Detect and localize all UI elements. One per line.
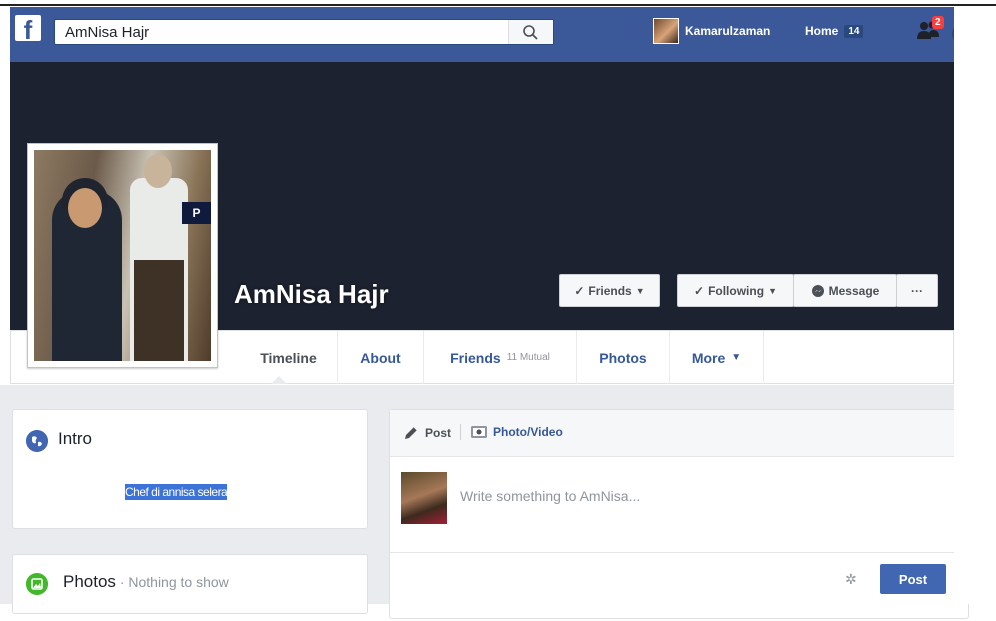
profile-picture[interactable]: P [27, 143, 218, 368]
photo-armband: P [182, 202, 211, 224]
nav-home-link[interactable]: Home 14 [805, 17, 864, 45]
tab-photos-label: Photos [599, 349, 647, 366]
tab-timeline-label: Timeline [260, 349, 317, 366]
intro-title: Intro [58, 429, 93, 448]
pencil-icon [405, 426, 418, 439]
messenger-bubble-icon [811, 284, 824, 297]
composer-footer: ✲ Post [390, 552, 968, 621]
profile-name[interactable]: AmNisa Hajr [234, 279, 389, 310]
composer-tab-photo-video[interactable]: Photo/Video [470, 424, 563, 440]
mutual-friends-count: 11 Mutual [506, 352, 550, 363]
post-composer: Post Photo/Video Write something to AmNi… [389, 409, 969, 619]
tab-timeline[interactable]: Timeline [240, 331, 338, 384]
page-right-margin [954, 6, 996, 604]
photos-title-text[interactable]: Photos [63, 572, 116, 591]
composer-tab-photo-label: Photo/Video [493, 425, 563, 439]
window-top-border [0, 4, 996, 6]
friend-requests-button[interactable]: 2 [916, 16, 944, 45]
checkmark-icon: ✓ [694, 283, 705, 298]
profile-photo-image: P [34, 150, 211, 361]
intro-bio[interactable]: Chef di annisa selera [125, 484, 228, 500]
composer-user-avatar [401, 472, 447, 524]
composer-text-input[interactable]: Write something to AmNisa... [460, 488, 640, 504]
friend-requests-badge: 2 [932, 16, 944, 29]
gear-icon[interactable]: ✲ [845, 571, 857, 588]
facebook-logo-icon[interactable]: f [15, 15, 41, 41]
following-button[interactable]: ✓ Following ▼ [677, 274, 794, 307]
photos-icon [26, 573, 48, 595]
home-count-badge: 14 [844, 24, 864, 38]
photos-title: Photos · Nothing to show [63, 572, 229, 592]
following-button-label: Following [708, 283, 765, 298]
search-icon [523, 25, 538, 40]
photos-subtitle: · Nothing to show [115, 574, 229, 590]
friends-button[interactable]: ✓ Friends ▼ [559, 274, 660, 307]
message-button[interactable]: Message [793, 274, 897, 307]
tab-more-label: More [691, 349, 726, 366]
tab-more[interactable]: More ▼ [670, 331, 764, 384]
nav-profile-link[interactable]: Kamarulzaman [653, 17, 770, 45]
caret-down-icon: ▼ [731, 352, 742, 363]
photo-figure-face-left [68, 188, 102, 228]
intro-card: Intro Chef di annisa selera [12, 409, 368, 529]
friends-button-label: Friends [588, 283, 632, 298]
composer-tabs: Post Photo/Video [390, 410, 968, 457]
composer-tab-post[interactable]: Post [402, 424, 451, 442]
checkmark-icon: ✓ [574, 283, 585, 298]
tab-friends[interactable]: Friends 11 Mutual [424, 331, 577, 384]
active-tab-indicator [271, 376, 287, 384]
caret-down-icon: ▼ [635, 285, 645, 296]
search-bar[interactable]: AmNisa Hajr [54, 19, 554, 45]
tab-about-label: About [360, 349, 401, 366]
camera-icon [471, 426, 487, 438]
user-name: Kamarulzaman [685, 24, 771, 38]
caret-down-icon: ▼ [768, 285, 777, 296]
top-navigation-bar: f AmNisa Hajr Kamarulzaman Home 14 2 [10, 7, 966, 62]
search-button[interactable] [508, 20, 553, 44]
post-button[interactable]: Post [880, 564, 946, 594]
photo-figure-face-right [144, 154, 172, 188]
composer-tab-post-label: Post [425, 426, 452, 440]
composer-tab-divider [460, 424, 461, 440]
home-label: Home [805, 24, 839, 38]
photo-figure-pants [134, 260, 184, 361]
more-options-button[interactable]: ··· [896, 274, 938, 307]
tab-friends-label: Friends [450, 349, 501, 366]
globe-icon [26, 430, 48, 452]
search-input[interactable]: AmNisa Hajr [65, 24, 149, 41]
post-button-label: Post [898, 571, 928, 587]
more-options-label: ··· [911, 283, 923, 298]
tab-about[interactable]: About [338, 331, 424, 384]
photos-card: Photos · Nothing to show [12, 554, 368, 614]
message-button-label: Message [828, 283, 880, 298]
user-avatar [653, 18, 679, 44]
tab-photos[interactable]: Photos [577, 331, 670, 384]
